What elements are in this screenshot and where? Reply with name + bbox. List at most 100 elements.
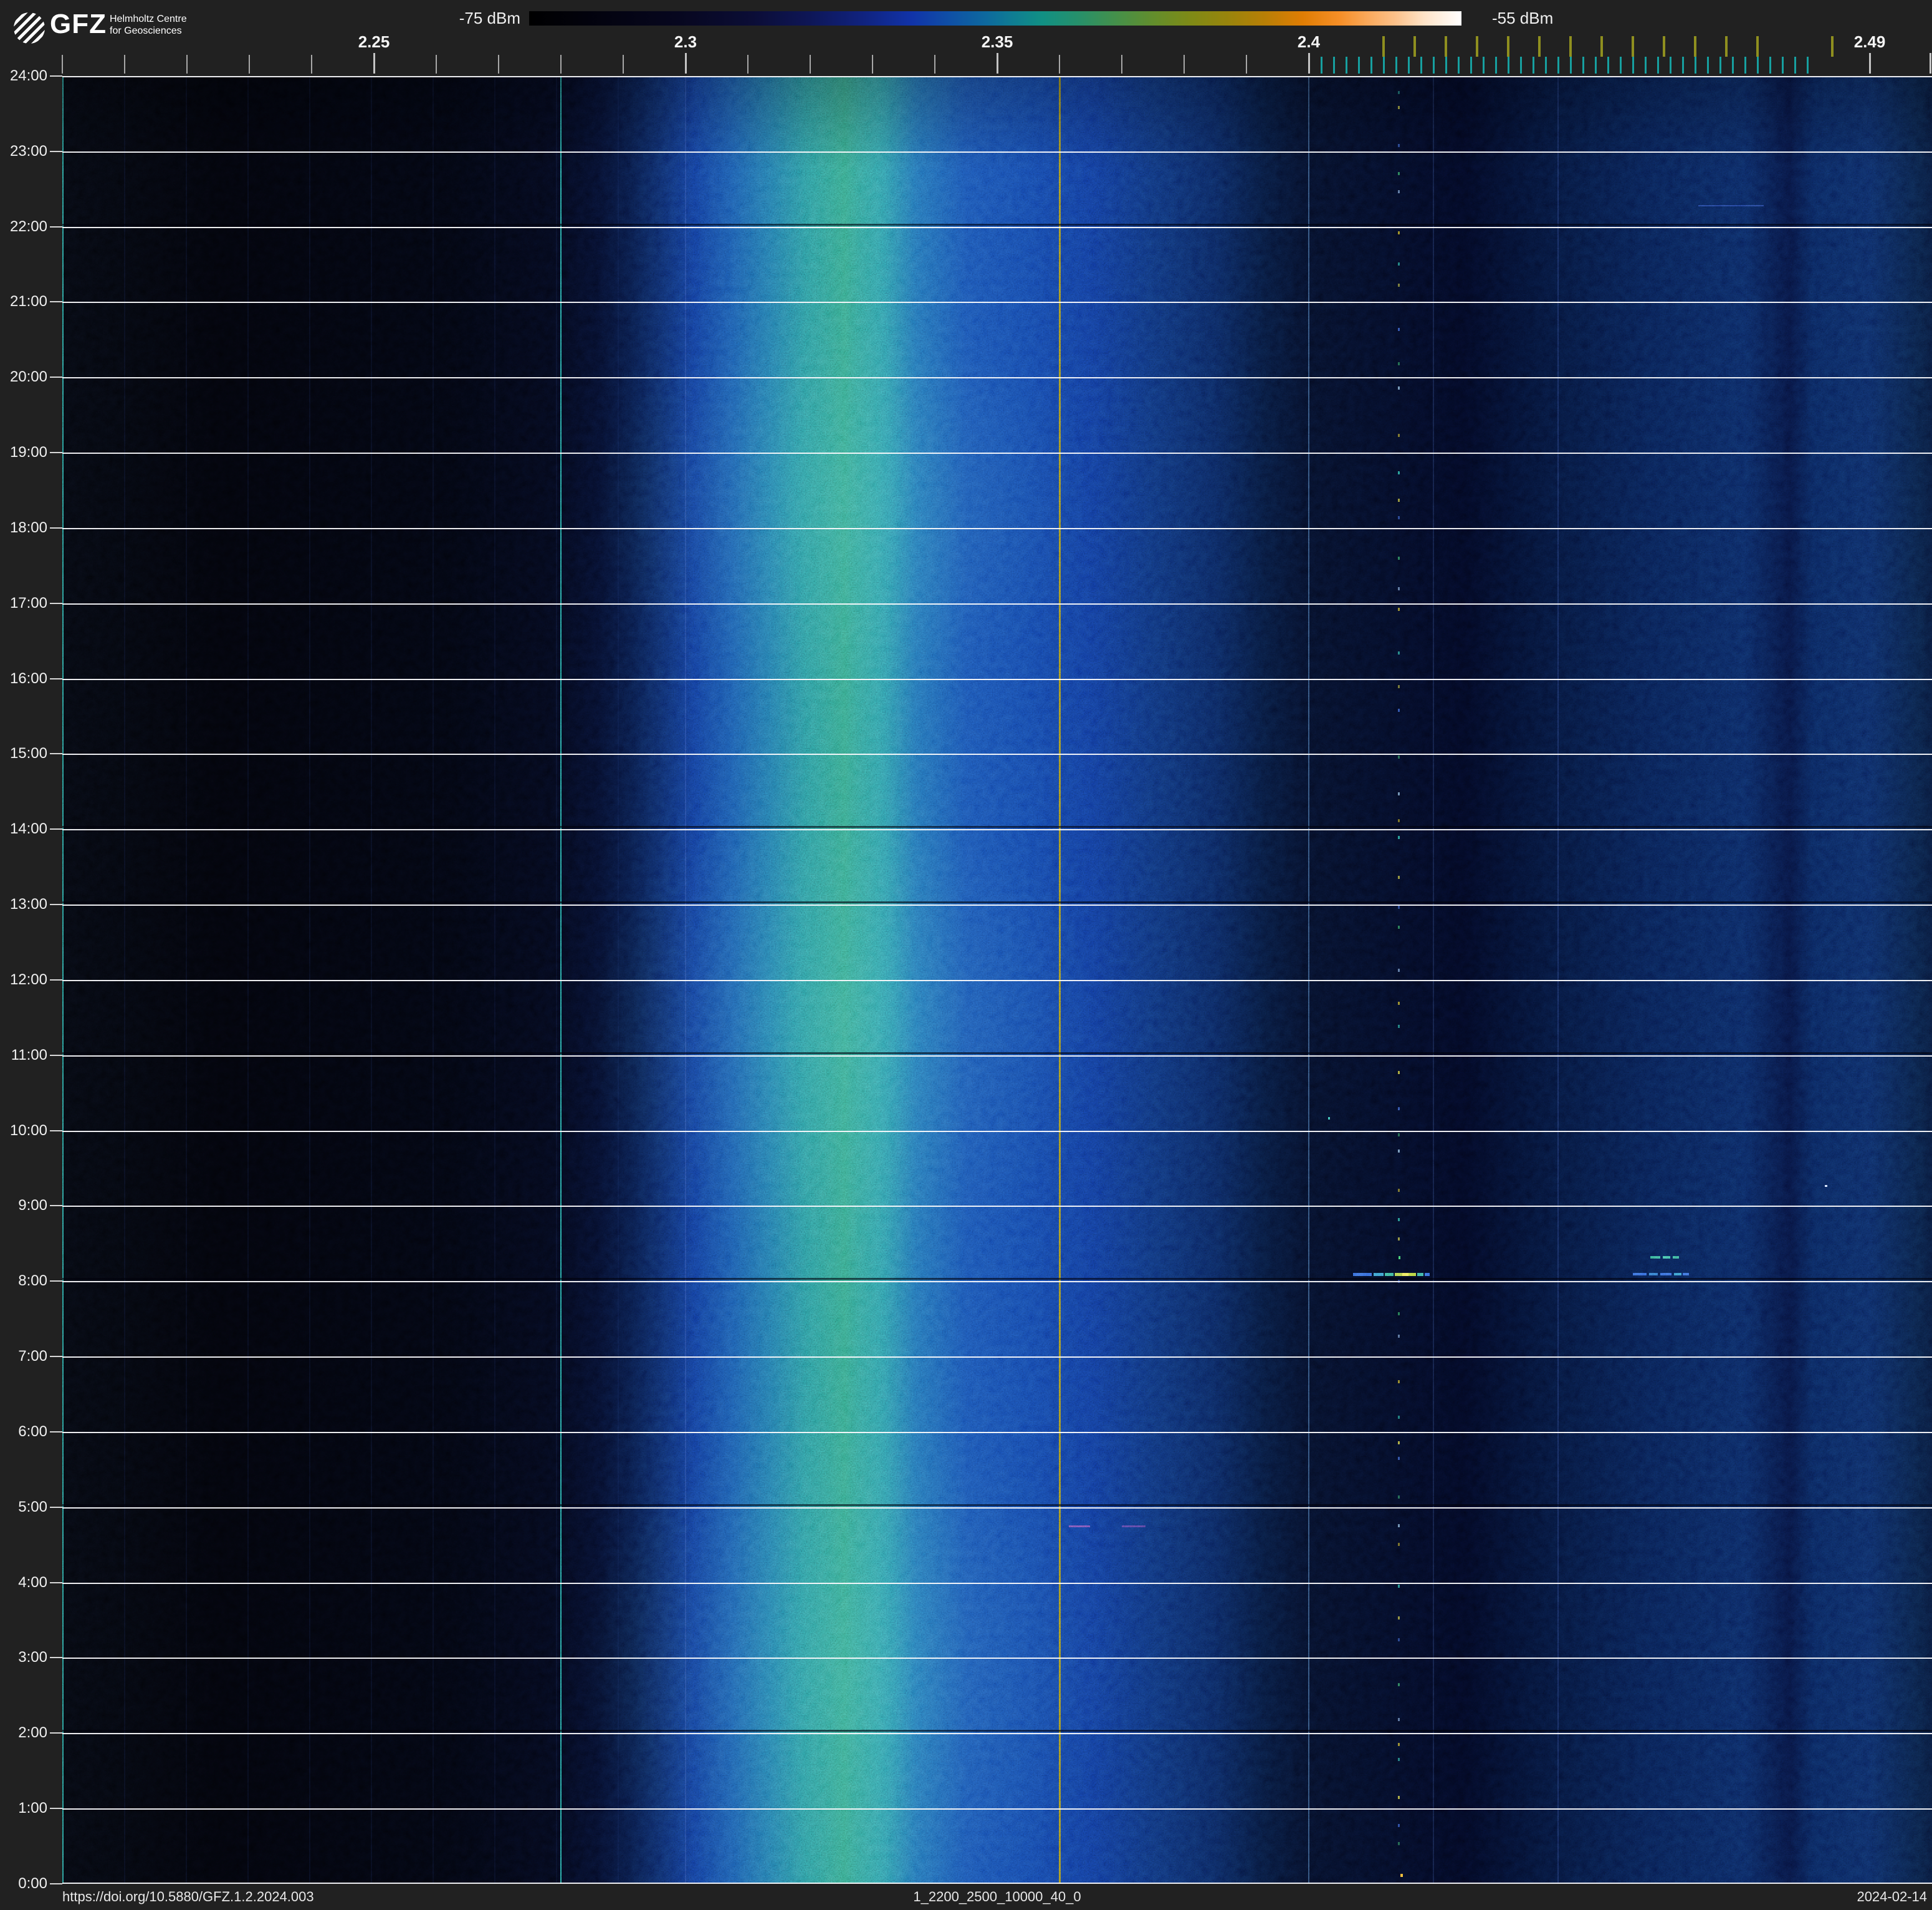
time-axis-tick	[50, 226, 62, 228]
ble-channel-tick	[1607, 57, 1609, 74]
org-name: Helmholtz Centre for Geosciences	[110, 13, 187, 37]
freq-major-tick	[997, 53, 998, 74]
time-axis-tick	[50, 904, 62, 906]
periodic-beacon-2414mhz	[1398, 471, 1400, 474]
periodic-beacon-2414mhz	[1398, 906, 1400, 909]
time-axis-label: 6:00	[18, 1423, 47, 1440]
ble-channel-tick	[1670, 57, 1671, 74]
time-axis-tick	[50, 1732, 62, 1734]
burst-0820-multicolor	[1353, 1273, 1372, 1276]
freq-minor-tick	[311, 55, 312, 74]
ble-channel-tick	[1807, 57, 1809, 74]
ble-channel-tick	[1620, 57, 1622, 74]
freq-minor-tick	[124, 55, 125, 74]
wifi-channel-tick	[1476, 36, 1478, 57]
periodic-beacon-2414mhz	[1398, 386, 1400, 390]
colorbar-min-label: -75 dBm	[459, 9, 520, 27]
periodic-beacon-2414mhz	[1398, 1416, 1400, 1419]
periodic-beacon-2414mhz	[1398, 819, 1400, 822]
ble-channel-tick	[1582, 57, 1584, 74]
scan-artifact-row	[62, 901, 1932, 903]
ble-channel-tick	[1346, 57, 1347, 74]
burst-0820-blue	[1649, 1273, 1658, 1275]
freq-minor-tick	[249, 55, 250, 74]
time-axis-tick	[50, 452, 62, 454]
freq-major-tick	[1308, 53, 1310, 74]
time-axis-label: 14:00	[9, 820, 47, 838]
ble-channel-tick	[1495, 57, 1497, 74]
freq-minor-tick	[1246, 55, 1247, 74]
ble-channel-tick	[1395, 57, 1397, 74]
hour-gridline	[62, 905, 1932, 906]
ble-channel-tick	[1757, 57, 1759, 74]
periodic-beacon-2414mhz	[1398, 876, 1400, 879]
burst-0835-teal	[1650, 1256, 1660, 1259]
hour-gridline	[62, 1206, 1932, 1207]
hour-gridline	[62, 151, 1932, 153]
periodic-beacon-2414mhz	[1398, 926, 1400, 929]
hour-gridline	[62, 453, 1932, 454]
ble-channel-tick	[1483, 57, 1485, 74]
periodic-beacon-2414mhz	[1398, 1071, 1400, 1074]
ble-channel-tick	[1420, 57, 1422, 74]
hour-gridline	[62, 980, 1932, 981]
burst-0820-blue	[1633, 1273, 1647, 1275]
ble-channel-tick	[1570, 57, 1572, 74]
freq-tick-label: 2.3	[674, 32, 697, 51]
wifi-channel-tick	[1413, 36, 1416, 57]
hour-gridline	[62, 1808, 1932, 1810]
hour-gridline	[62, 679, 1932, 680]
freq-tick-label: 2.4	[1297, 32, 1321, 51]
hour-gridline	[62, 829, 1932, 830]
signal-speck	[1400, 1874, 1403, 1877]
periodic-beacon-2414mhz	[1398, 1133, 1400, 1136]
burst-0835-teal	[1673, 1256, 1679, 1259]
periodic-beacon-2414mhz	[1398, 1683, 1400, 1686]
ble-channel-tick	[1695, 57, 1696, 74]
time-axis-label: 15:00	[9, 745, 47, 762]
wifi-channel-tick	[1725, 36, 1728, 57]
hour-gridline	[62, 302, 1932, 303]
emission-hotspot	[580, 793, 1109, 1260]
periodic-beacon-2414mhz	[1398, 1237, 1400, 1241]
time-axis-label: 0:00	[18, 1874, 47, 1892]
ble-channel-tick	[1408, 57, 1410, 74]
time-axis-tick	[50, 1054, 62, 1056]
periodic-beacon-2414mhz	[1398, 756, 1400, 759]
periodic-beacon-2414mhz	[1398, 709, 1400, 712]
hour-gridline	[62, 754, 1932, 755]
time-axis-label: 10:00	[9, 1121, 47, 1139]
time-axis-tick	[50, 1205, 62, 1207]
periodic-beacon-2414mhz	[1398, 1002, 1400, 1005]
hour-gridline	[62, 377, 1932, 378]
periodic-beacon-2414mhz	[1398, 1107, 1400, 1110]
signal-speck	[1825, 1185, 1827, 1187]
ble-channel-tick	[1794, 57, 1796, 74]
periodic-beacon-2414mhz	[1398, 1441, 1400, 1444]
time-axis-tick	[50, 678, 62, 679]
freq-minor-tick	[1184, 55, 1185, 74]
periodic-beacon-2414mhz	[1398, 1312, 1400, 1315]
emission-hotspot	[573, 1416, 1134, 1884]
hour-gridline	[62, 1055, 1932, 1057]
periodic-beacon-2414mhz	[1398, 1335, 1400, 1338]
time-axis-tick	[50, 75, 62, 77]
burst-0820-blue	[1660, 1273, 1671, 1275]
ble-channel-tick	[1370, 57, 1372, 74]
wifi-channel-tick	[1445, 36, 1447, 57]
scan-artifact-row	[62, 1278, 1932, 1280]
periodic-beacon-2414mhz	[1398, 362, 1400, 365]
scan-artifact-row	[62, 826, 1932, 828]
wifi-channel-tick	[1663, 36, 1665, 57]
periodic-beacon-2414mhz	[1398, 1824, 1400, 1827]
time-axis-label: 12:00	[9, 971, 47, 988]
periodic-beacon-2414mhz	[1398, 1149, 1400, 1153]
periodic-beacon-2414mhz	[1398, 1758, 1400, 1761]
ble-channel-tick	[1682, 57, 1684, 74]
periodic-beacon-2414mhz	[1398, 1585, 1400, 1588]
burst-0530-faint	[1069, 1525, 1090, 1527]
hour-gridline	[62, 1281, 1932, 1282]
hour-gridline	[62, 1432, 1932, 1433]
time-axis-label: 5:00	[18, 1498, 47, 1515]
ble-channel-tick	[1645, 57, 1647, 74]
